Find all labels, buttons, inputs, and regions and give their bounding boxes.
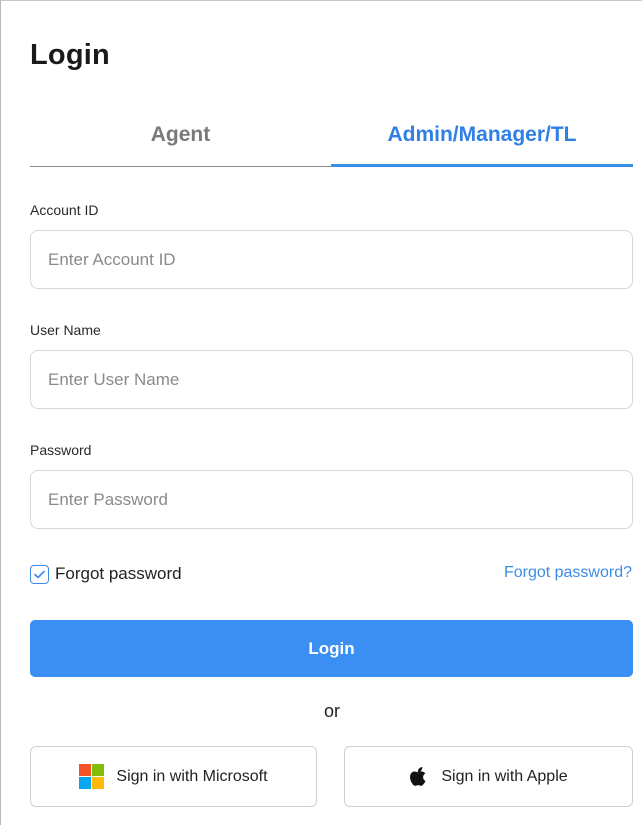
apple-button-label: Sign in with Apple — [441, 767, 568, 785]
password-label: Password — [30, 442, 92, 458]
role-tabs: Agent Admin/Manager/TL — [30, 113, 633, 167]
remember-checkbox[interactable] — [30, 564, 49, 584]
microsoft-logo-icon — [79, 764, 105, 789]
username-label: User Name — [30, 322, 101, 338]
microsoft-button-label: Sign in with Microsoft — [116, 767, 268, 785]
password-input[interactable] — [30, 470, 633, 529]
login-panel: Login Agent Admin/Manager/TL Account ID … — [0, 0, 642, 825]
page-title: Login — [30, 39, 110, 71]
apple-logo-icon — [409, 766, 427, 787]
remember-label: Forgot password — [55, 564, 182, 583]
login-button[interactable]: Login — [30, 620, 633, 677]
username-input[interactable] — [30, 350, 633, 409]
account-id-label: Account ID — [30, 202, 99, 218]
or-divider: or — [323, 701, 340, 721]
check-icon — [34, 570, 45, 578]
remember-option[interactable]: Forgot password — [30, 562, 182, 586]
tab-agent[interactable]: Agent — [30, 113, 331, 167]
account-id-input[interactable] — [30, 230, 633, 289]
sign-in-apple-button[interactable]: Sign in with Apple — [344, 746, 633, 807]
forgot-password-link[interactable]: Forgot password? — [504, 564, 632, 582]
tab-admin-manager-tl[interactable]: Admin/Manager/TL — [331, 113, 633, 167]
sign-in-microsoft-button[interactable]: Sign in with Microsoft — [30, 746, 317, 807]
